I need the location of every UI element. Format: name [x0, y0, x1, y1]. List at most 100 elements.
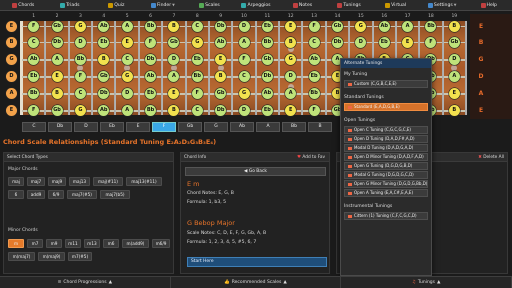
key-button-b[interactable]: B [308, 122, 332, 132]
fret-note[interactable]: Bb [145, 20, 157, 32]
fret-note[interactable]: G [238, 87, 250, 99]
open-string-note[interactable]: E [6, 20, 17, 32]
fret-note[interactable]: B [215, 70, 227, 82]
fret-note[interactable]: Gb [261, 54, 273, 66]
minor-chord-chip[interactable]: m6 [103, 239, 119, 248]
add-to-fav-button[interactable]: ♥ Add to Fav [297, 153, 325, 162]
open-string-note[interactable]: D [6, 70, 17, 82]
fret-note[interactable]: Db [215, 20, 227, 32]
standard-tuning-button[interactable]: Standard (E,A,D,G,B,E) [344, 103, 428, 111]
fret-note[interactable]: Ab [261, 87, 273, 99]
fret-note[interactable]: C [308, 37, 320, 49]
fret-note[interactable]: F [308, 104, 320, 116]
fret-note[interactable]: Bb [425, 20, 437, 32]
fret-note[interactable]: Eb [308, 70, 320, 82]
fret-note[interactable]: Bb [191, 70, 203, 82]
fret-note[interactable]: A [121, 104, 133, 116]
minor-chord-chip[interactable]: m6/9 [152, 239, 170, 248]
fret-note[interactable]: F [191, 87, 203, 99]
fret-note[interactable]: F [74, 70, 86, 82]
minor-chord-chip[interactable]: m7 [27, 239, 43, 248]
open-tuning-button[interactable]: Open D Tuning (D,A,D,F#,A,D) [344, 135, 428, 143]
chord-progressions-tab[interactable]: ≡ Chord Progressions ▲ [0, 277, 171, 288]
key-button-a[interactable]: A [256, 122, 280, 132]
major-chord-chip[interactable]: add9 [27, 190, 45, 199]
major-chord-chip[interactable]: 6 [8, 190, 24, 199]
nav-chords[interactable]: Chords [0, 0, 47, 10]
fret-note[interactable]: Bb [28, 87, 40, 99]
key-button-gb[interactable]: Gb [178, 122, 202, 132]
open-string-note[interactable]: E [6, 104, 17, 116]
minor-chord-chip[interactable]: m13 [84, 239, 100, 248]
fret-note[interactable]: Ab [378, 20, 390, 32]
fret-note[interactable]: B [168, 104, 180, 116]
fret-note[interactable]: Eb [378, 37, 390, 49]
fret-note[interactable]: A [402, 20, 414, 32]
fret-note[interactable]: A [238, 37, 250, 49]
nav-virtual[interactable]: Virtual [372, 0, 419, 10]
major-chord-chip[interactable]: maj7(#5) [67, 190, 97, 199]
fret-note[interactable]: B [448, 104, 460, 116]
go-back-button[interactable]: ◀ Go Back [185, 167, 326, 176]
fret-note[interactable]: E [285, 20, 297, 32]
fret-note[interactable]: Gb [51, 20, 63, 32]
fret-note[interactable]: Db [98, 87, 110, 99]
key-button-d[interactable]: D [74, 122, 98, 132]
fret-note[interactable]: Eb [261, 104, 273, 116]
fret-note[interactable]: Gb [215, 87, 227, 99]
fret-note[interactable]: Bb [308, 87, 320, 99]
open-tuning-button[interactable]: Open G Minor Tuning (D,G,D,G,Bb,D) [344, 180, 428, 188]
open-string-note[interactable]: B [6, 37, 17, 49]
fret-note[interactable]: C [121, 54, 133, 66]
key-button-db[interactable]: Db [48, 122, 72, 132]
open-string-note[interactable]: A [6, 87, 17, 99]
fret-note[interactable]: D [121, 87, 133, 99]
fret-note[interactable]: A [121, 20, 133, 32]
minor-chord-chip[interactable]: m [8, 239, 24, 248]
major-chord-chip[interactable]: maj7 [27, 177, 45, 186]
key-button-e[interactable]: E [126, 122, 150, 132]
fret-note[interactable]: G [74, 104, 86, 116]
fret-note[interactable]: Ab [145, 70, 157, 82]
fret-note[interactable]: B [51, 87, 63, 99]
open-tuning-button[interactable]: Modal G Tuning (D,G,D,G,C,D) [344, 171, 428, 179]
fret-note[interactable]: A [285, 87, 297, 99]
open-tuning-button[interactable]: Modal D Tuning (D,A,D,G,A,D) [344, 144, 428, 152]
fret-note[interactable]: B [168, 20, 180, 32]
fret-note[interactable]: E [121, 37, 133, 49]
major-chord-chip[interactable]: maj9 [48, 177, 66, 186]
nav-arpeggios[interactable]: Arpeggios [233, 0, 280, 10]
key-button-f[interactable]: F [152, 122, 176, 132]
fret-note[interactable]: Ab [98, 104, 110, 116]
open-tuning-button[interactable]: Open A Tuning (E,A,C#,E,A,E) [344, 189, 428, 197]
fret-note[interactable]: Bb [74, 54, 86, 66]
recommended-scales-tab[interactable]: 👍 Recommended Scales ▲ [171, 277, 342, 288]
fret-note[interactable]: D [448, 54, 460, 66]
fret-note[interactable]: Gb [51, 104, 63, 116]
fret-note[interactable]: Gb [331, 20, 343, 32]
minor-chord-chip[interactable]: m11 [65, 239, 81, 248]
nav-help[interactable]: Help [465, 0, 512, 10]
open-tuning-button[interactable]: Open D Minor Tuning (D,A,D,F,A,D) [344, 153, 428, 161]
minor-chord-chip[interactable]: m(add9) [122, 239, 149, 248]
fret-note[interactable]: Ab [98, 20, 110, 32]
major-chord-chip[interactable]: maj13 [69, 177, 90, 186]
fret-note[interactable]: C [238, 70, 250, 82]
fret-note[interactable]: G [74, 20, 86, 32]
major-chord-chip[interactable]: maj7(b5) [100, 190, 130, 199]
open-string-note[interactable]: G [6, 54, 17, 66]
instrumental-tuning-button[interactable]: Cittern (1) Tuning (C,F,C,G,C,D) [344, 212, 428, 220]
delete-all-button[interactable]: ✖ Delete All [478, 153, 504, 162]
major-chord-chip[interactable]: 6/9 [48, 190, 64, 199]
nav-settings[interactable]: Settings ▼ [419, 0, 466, 10]
major-chord-chip[interactable]: maj13(#11) [126, 177, 162, 186]
fret-note[interactable]: G [121, 70, 133, 82]
key-button-ab[interactable]: Ab [230, 122, 254, 132]
minor-chord-chip[interactable]: m9 [46, 239, 62, 248]
fret-note[interactable]: Eb [261, 20, 273, 32]
nav-quiz[interactable]: Quiz [93, 0, 140, 10]
fret-note[interactable]: A [51, 54, 63, 66]
key-button-bb[interactable]: Bb [282, 122, 306, 132]
fret-note[interactable]: C [191, 104, 203, 116]
fret-note[interactable]: Db [261, 70, 273, 82]
